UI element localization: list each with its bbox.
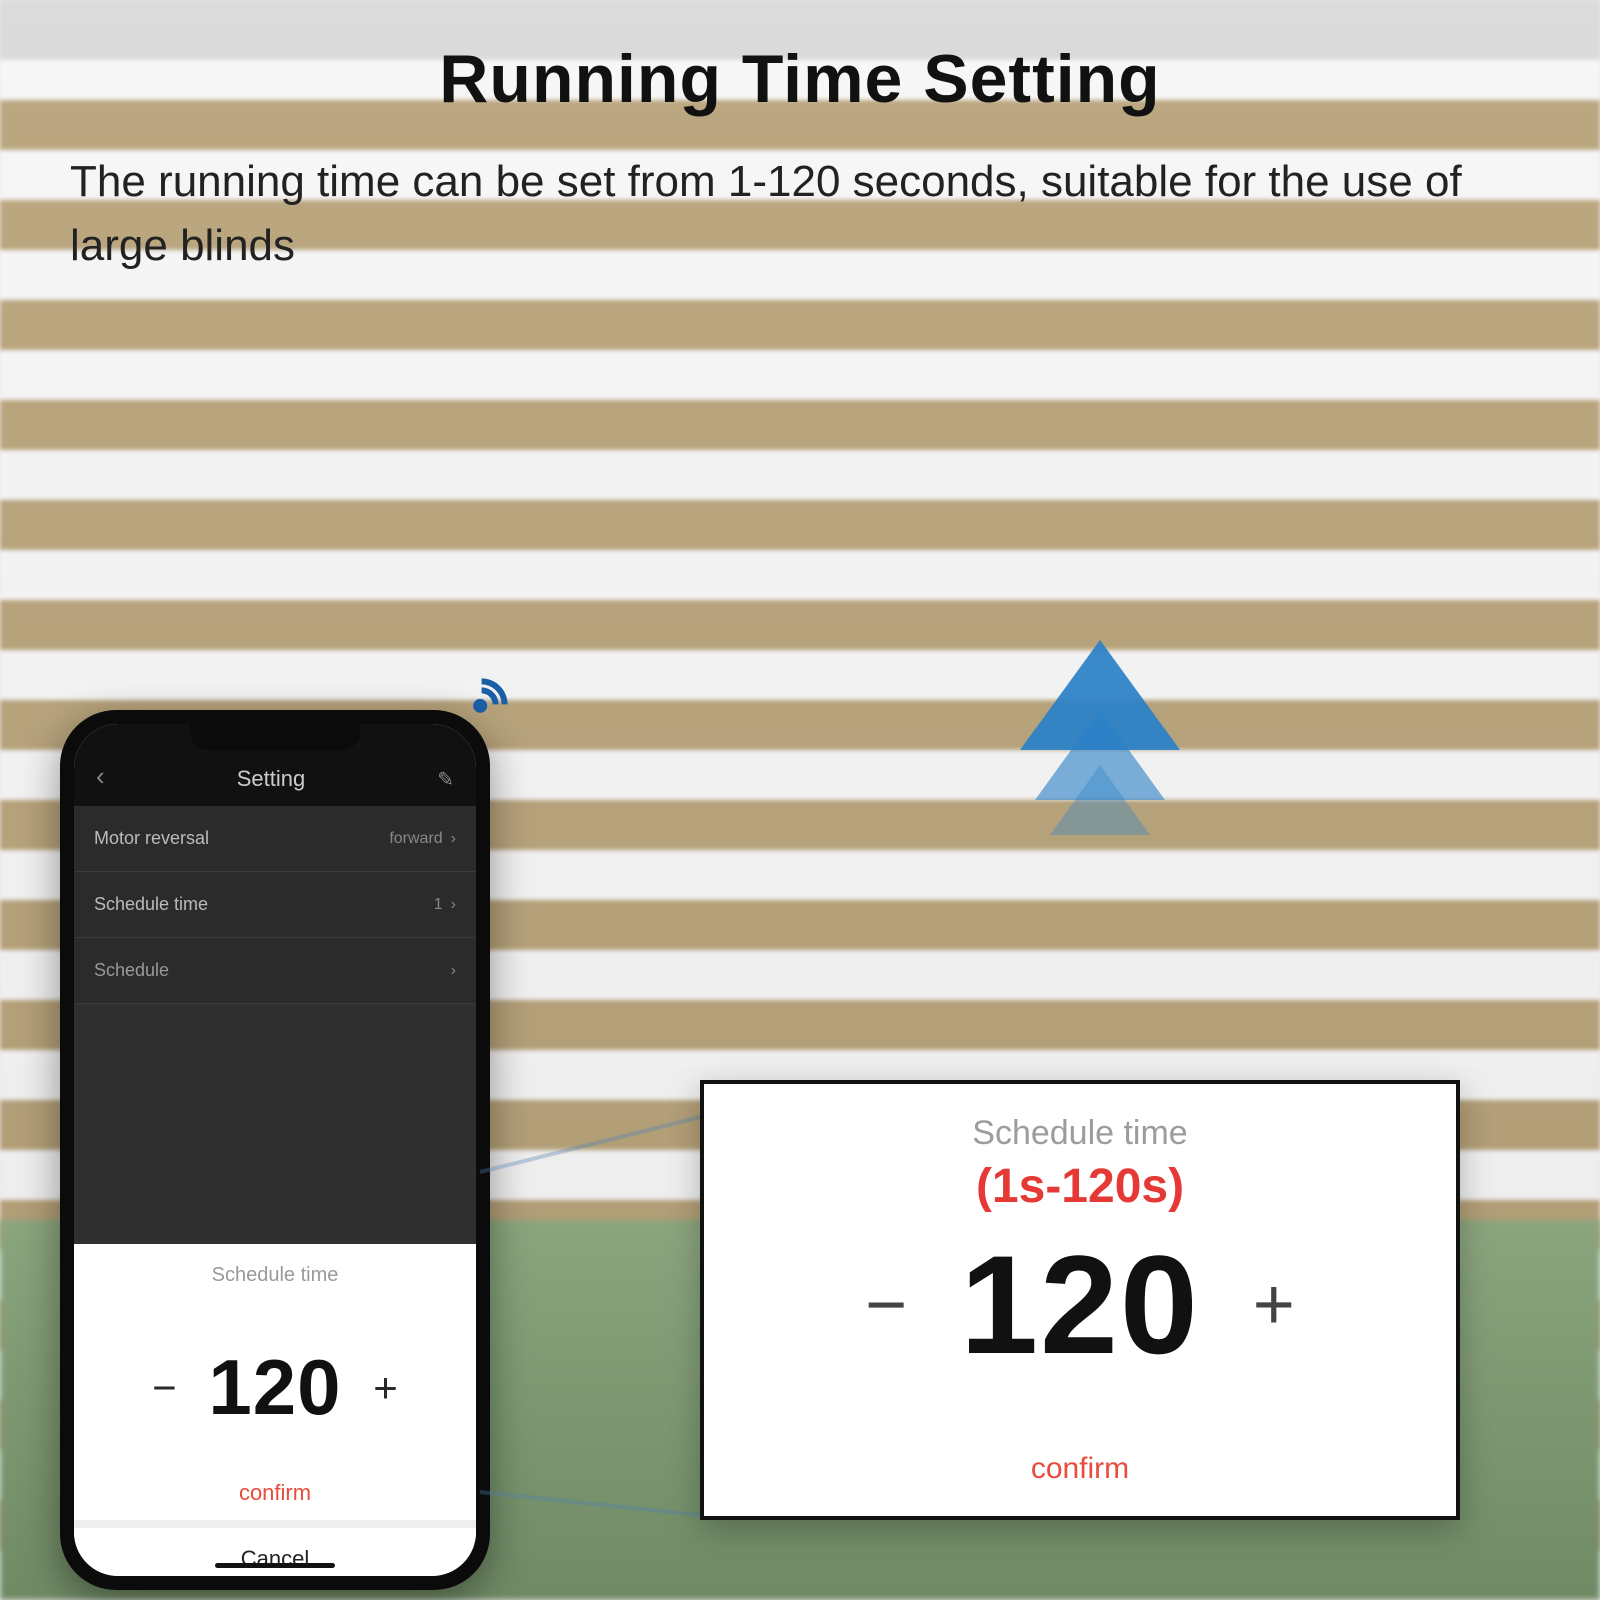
schedule-time-callout: Schedule time (1s-120s) − 120 + confirm bbox=[700, 1080, 1460, 1520]
page-subtitle: The running time can be set from 1-120 s… bbox=[70, 150, 1530, 278]
topbar-title: Setting bbox=[105, 766, 438, 792]
phone-screen: ‹ Setting ✎ Motor reversal forward › Sch… bbox=[74, 724, 476, 1576]
phone-notch bbox=[190, 724, 360, 750]
row-label: Schedule bbox=[94, 960, 169, 981]
row-schedule-time[interactable]: Schedule time 1 › bbox=[74, 872, 476, 938]
value-stepper: − 120 + bbox=[74, 1305, 476, 1470]
edit-icon[interactable]: ✎ bbox=[437, 767, 454, 792]
increment-button[interactable]: + bbox=[364, 1364, 408, 1412]
up-arrows-icon bbox=[1020, 640, 1180, 835]
decrement-button[interactable]: − bbox=[856, 1264, 916, 1346]
settings-list: Motor reversal forward › Schedule time 1… bbox=[74, 806, 476, 1244]
row-schedule[interactable]: Schedule › bbox=[74, 938, 476, 1004]
callout-stepper: − 120 + bbox=[734, 1224, 1426, 1386]
chevron-right-icon: › bbox=[451, 830, 456, 848]
stepper-value: 120 bbox=[960, 1224, 1200, 1386]
callout-range: (1s-120s) bbox=[734, 1159, 1426, 1214]
back-icon[interactable]: ‹ bbox=[96, 761, 105, 792]
callout-title: Schedule time bbox=[734, 1114, 1426, 1153]
increment-button[interactable]: + bbox=[1244, 1264, 1304, 1346]
settings-spacer bbox=[74, 1004, 476, 1244]
chevron-right-icon: › bbox=[451, 962, 456, 980]
page-title: Running Time Setting bbox=[0, 40, 1600, 118]
sheet-title: Schedule time bbox=[74, 1264, 476, 1287]
row-label: Schedule time bbox=[94, 894, 208, 915]
home-indicator bbox=[215, 1563, 335, 1568]
confirm-button[interactable]: confirm bbox=[74, 1470, 476, 1520]
confirm-button[interactable]: confirm bbox=[734, 1452, 1426, 1486]
decrement-button[interactable]: − bbox=[142, 1364, 186, 1412]
chevron-right-icon: › bbox=[451, 896, 456, 914]
row-value: 1 bbox=[434, 896, 443, 914]
row-motor-reversal[interactable]: Motor reversal forward › bbox=[74, 806, 476, 872]
row-label: Motor reversal bbox=[94, 828, 209, 849]
stepper-value: 120 bbox=[208, 1342, 341, 1433]
row-value: forward bbox=[389, 830, 442, 848]
schedule-time-sheet: Schedule time − 120 + confirm Cancel bbox=[74, 1244, 476, 1576]
phone-device: ‹ Setting ✎ Motor reversal forward › Sch… bbox=[60, 710, 490, 1590]
